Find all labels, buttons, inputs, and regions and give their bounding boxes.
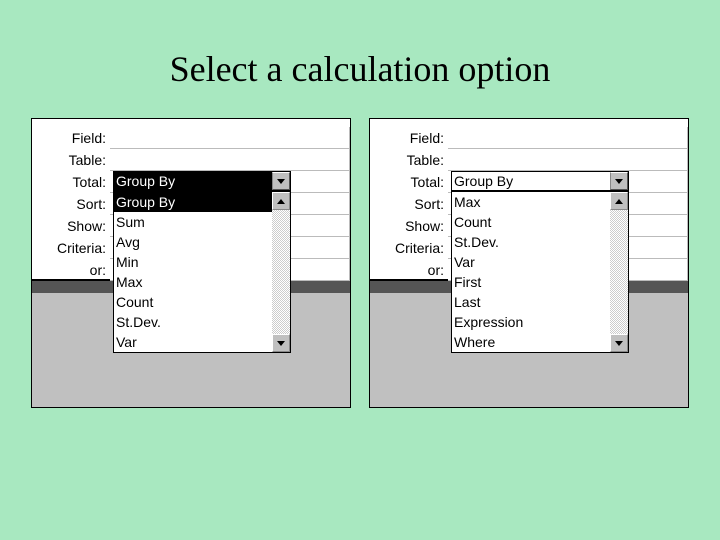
option-expression[interactable]: Expression [452, 312, 610, 332]
chevron-down-icon [615, 179, 623, 184]
row-label-field: Field: [32, 127, 110, 149]
combo-dropdown-button[interactable] [610, 172, 628, 190]
option-stdev[interactable]: St.Dev. [114, 312, 272, 332]
row-label-total: Total: [370, 171, 448, 193]
row-label-sort: Sort: [370, 193, 448, 215]
option-group-by[interactable]: Group By [114, 192, 272, 212]
scroll-track[interactable] [272, 210, 290, 334]
option-max[interactable]: Max [114, 272, 272, 292]
option-avg[interactable]: Avg [114, 232, 272, 252]
option-var[interactable]: Var [114, 332, 272, 352]
total-combo[interactable]: Group By [113, 171, 291, 191]
option-min[interactable]: Min [114, 252, 272, 272]
scroll-down-button[interactable] [272, 334, 290, 352]
option-count[interactable]: Count [114, 292, 272, 312]
dropdown-list: Max Count St.Dev. Var First Last Express… [452, 192, 610, 352]
scroll-track[interactable] [610, 210, 628, 334]
total-dropdown[interactable]: Group By Sum Avg Min Max Count St.Dev. V… [113, 191, 291, 353]
scroll-up-button[interactable] [610, 192, 628, 210]
option-stdev[interactable]: St.Dev. [452, 232, 610, 252]
option-first[interactable]: First [452, 272, 610, 292]
row-label-criteria: Criteria: [370, 237, 448, 259]
row-labels: Field: Table: Total: Sort: Show: Criteri… [32, 127, 110, 281]
total-dropdown[interactable]: Max Count St.Dev. Var First Last Express… [451, 191, 629, 353]
slide-title: Select a calculation option [0, 0, 720, 118]
row-label-criteria: Criteria: [32, 237, 110, 259]
row-label-or: or: [370, 259, 448, 281]
chevron-up-icon [277, 199, 285, 204]
panels-container: Field: Table: Total: Sort: Show: Criteri… [0, 118, 720, 408]
chevron-down-icon [277, 341, 285, 346]
option-count[interactable]: Count [452, 212, 610, 232]
row-label-table: Table: [32, 149, 110, 171]
combo-value: Group By [452, 172, 610, 190]
option-max[interactable]: Max [452, 192, 610, 212]
row-label-or: or: [32, 259, 110, 281]
combo-dropdown-button[interactable] [272, 172, 290, 190]
dropdown-scrollbar[interactable] [610, 192, 628, 352]
row-label-total: Total: [32, 171, 110, 193]
chevron-up-icon [615, 199, 623, 204]
option-last[interactable]: Last [452, 292, 610, 312]
dropdown-list: Group By Sum Avg Min Max Count St.Dev. V… [114, 192, 272, 352]
dropdown-scrollbar[interactable] [272, 192, 290, 352]
row-label-sort: Sort: [32, 193, 110, 215]
row-label-table: Table: [370, 149, 448, 171]
option-var[interactable]: Var [452, 252, 610, 272]
query-panel-left: Field: Table: Total: Sort: Show: Criteri… [31, 118, 351, 408]
option-where[interactable]: Where [452, 332, 610, 352]
query-panel-right: Field: Table: Total: Sort: Show: Criteri… [369, 118, 689, 408]
option-sum[interactable]: Sum [114, 212, 272, 232]
scroll-down-button[interactable] [610, 334, 628, 352]
combo-value: Group By [114, 172, 272, 190]
chevron-down-icon [277, 179, 285, 184]
row-label-show: Show: [370, 215, 448, 237]
scroll-up-button[interactable] [272, 192, 290, 210]
row-label-field: Field: [370, 127, 448, 149]
chevron-down-icon [615, 341, 623, 346]
total-combo[interactable]: Group By [451, 171, 629, 191]
row-labels: Field: Table: Total: Sort: Show: Criteri… [370, 127, 448, 281]
row-label-show: Show: [32, 215, 110, 237]
